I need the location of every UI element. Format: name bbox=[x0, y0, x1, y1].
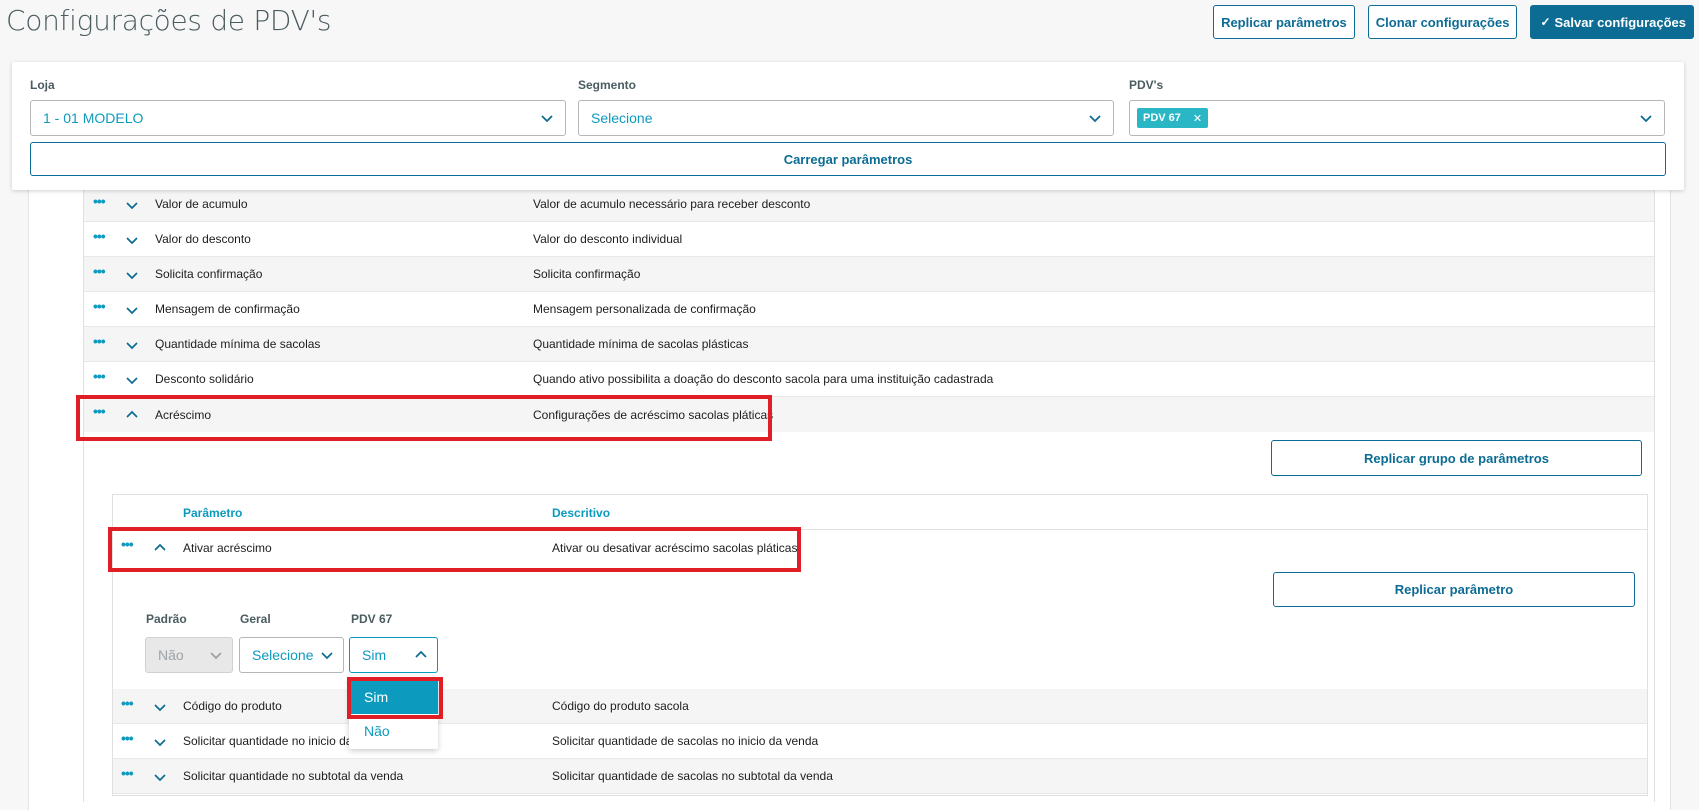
pdv-tag-label: PDV 67 bbox=[1143, 112, 1181, 124]
row-desc: Quando ativo possibilita a doação do des… bbox=[533, 372, 994, 386]
row-name: Desconto solidário bbox=[155, 372, 254, 386]
more-options-icon[interactable]: ••• bbox=[93, 403, 106, 419]
row-desc: Código do produto sacola bbox=[552, 699, 689, 713]
padrao-value: Não bbox=[158, 647, 184, 663]
more-options-icon[interactable]: ••• bbox=[121, 765, 134, 781]
table-row[interactable]: ••• Solicitar quantidade no subtotal da … bbox=[113, 759, 1647, 794]
option-sim[interactable]: Sim bbox=[349, 679, 438, 714]
table-row[interactable]: ••• Solicita confirmação Solicita confir… bbox=[84, 257, 1654, 292]
column-header-description: Descritivo bbox=[552, 506, 611, 520]
table-row-expanded[interactable]: ••• Acréscimo Configurações de acréscimo… bbox=[84, 397, 1654, 432]
chevron-up-icon bbox=[415, 650, 427, 658]
pdv-value: Sim bbox=[362, 647, 387, 663]
row-name: Quantidade mínima de sacolas bbox=[155, 337, 321, 351]
save-label: Salvar configurações bbox=[1554, 14, 1687, 30]
load-parameters-button[interactable]: Carregar parâmetros bbox=[30, 142, 1666, 176]
pdv-select[interactable]: Sim bbox=[349, 637, 438, 673]
more-options-icon[interactable]: ••• bbox=[121, 730, 134, 746]
loja-label: Loja bbox=[30, 78, 55, 92]
chevron-down-icon[interactable] bbox=[125, 198, 139, 212]
table-row[interactable]: ••• Valor do desconto Valor do desconto … bbox=[84, 222, 1654, 257]
row-desc: Valor de acumulo necessário para receber… bbox=[533, 197, 811, 211]
row-name: Mensagem de confirmação bbox=[155, 302, 300, 316]
chevron-down-icon bbox=[321, 652, 333, 660]
column-header-parameter: Parâmetro bbox=[183, 506, 243, 520]
chevron-down-icon[interactable] bbox=[125, 373, 139, 387]
chevron-up-icon[interactable] bbox=[125, 408, 139, 422]
replicate-group-button[interactable]: Replicar grupo de parâmetros bbox=[1271, 440, 1642, 476]
chevron-down-icon bbox=[210, 652, 222, 660]
more-options-icon[interactable]: ••• bbox=[121, 536, 134, 552]
replicate-parameters-button[interactable]: Replicar parâmetros bbox=[1213, 5, 1355, 39]
clone-configurations-button[interactable]: Clonar configurações bbox=[1367, 5, 1518, 39]
replicate-parameter-button[interactable]: Replicar parâmetro bbox=[1273, 572, 1635, 607]
pdv-dropdown-menu: Sim Não bbox=[349, 676, 438, 749]
row-name: Solicita confirmação bbox=[155, 267, 263, 281]
chevron-down-icon[interactable] bbox=[125, 338, 139, 352]
geral-value: Selecione bbox=[252, 647, 314, 663]
row-desc: Ativar ou desativar acréscimo sacolas pl… bbox=[552, 540, 798, 555]
inner-row-expanded[interactable]: ••• Ativar acréscimo Ativar ou desativar… bbox=[113, 530, 1647, 565]
table-row[interactable]: ••• Valor de acumulo Valor de acumulo ne… bbox=[84, 187, 1654, 222]
more-options-icon[interactable]: ••• bbox=[93, 193, 106, 209]
row-desc: Solicitar quantidade de sacolas no inici… bbox=[552, 734, 819, 748]
segmento-value: Selecione bbox=[591, 110, 653, 126]
pdvs-multiselect[interactable]: PDV 67 ✕ bbox=[1129, 100, 1665, 136]
table-row[interactable]: ••• Quantidade mínima de sacolas Quantid… bbox=[84, 327, 1654, 362]
more-options-icon[interactable]: ••• bbox=[93, 333, 106, 349]
row-desc: Solicitar quantidade de sacolas no subto… bbox=[552, 769, 833, 783]
chevron-down-icon bbox=[541, 115, 553, 123]
option-nao[interactable]: Não bbox=[349, 713, 438, 748]
pdv-label: PDV 67 bbox=[351, 612, 393, 626]
more-options-icon[interactable]: ••• bbox=[93, 298, 106, 314]
close-icon[interactable]: ✕ bbox=[1193, 112, 1202, 125]
header-actions: Replicar parâmetros Clonar configurações… bbox=[1213, 5, 1694, 39]
row-desc: Valor do desconto individual bbox=[533, 232, 683, 246]
filter-card: Loja 1 - 01 MODELO Segmento Selecione PD… bbox=[12, 62, 1684, 190]
geral-select[interactable]: Selecione bbox=[239, 637, 344, 673]
geral-label: Geral bbox=[240, 612, 271, 626]
more-options-icon[interactable]: ••• bbox=[93, 368, 106, 384]
chevron-up-icon[interactable] bbox=[153, 541, 167, 555]
row-name: Ativar acréscimo bbox=[183, 540, 272, 555]
row-desc: Solicita confirmação bbox=[533, 267, 641, 281]
chevron-down-icon[interactable] bbox=[125, 233, 139, 247]
row-name: Código do produto bbox=[183, 699, 282, 713]
row-name: Acréscimo bbox=[155, 407, 212, 422]
row-name: Valor de acumulo bbox=[155, 197, 248, 211]
chevron-down-icon bbox=[1089, 115, 1101, 123]
row-name: Valor do desconto bbox=[155, 232, 251, 246]
table-row[interactable]: ••• Solicitar quantidade no inicio da ve… bbox=[113, 724, 1647, 759]
table-row[interactable]: ••• Desconto solidário Quando ativo poss… bbox=[84, 362, 1654, 397]
save-configurations-button[interactable]: ✓ Salvar configurações bbox=[1530, 5, 1694, 39]
loja-select[interactable]: 1 - 01 MODELO bbox=[30, 100, 566, 136]
more-options-icon[interactable]: ••• bbox=[93, 228, 106, 244]
pdvs-label: PDV's bbox=[1129, 78, 1164, 92]
chevron-down-icon[interactable] bbox=[125, 268, 139, 282]
page-title: Configurações de PDV's bbox=[6, 4, 332, 37]
padrao-select: Não bbox=[145, 637, 233, 673]
loja-value: 1 - 01 MODELO bbox=[43, 110, 144, 126]
chevron-down-icon[interactable] bbox=[153, 700, 167, 714]
check-icon: ✓ bbox=[1540, 15, 1551, 29]
chevron-down-icon[interactable] bbox=[125, 303, 139, 317]
pdv-tag: PDV 67 ✕ bbox=[1137, 108, 1209, 128]
table-row[interactable]: ••• Mensagem de confirmação Mensagem per… bbox=[84, 292, 1654, 327]
row-name: Solicitar quantidade no subtotal da vend… bbox=[183, 769, 404, 783]
row-desc: Mensagem personalizada de confirmação bbox=[533, 302, 756, 316]
chevron-down-icon[interactable] bbox=[153, 735, 167, 749]
more-options-icon[interactable]: ••• bbox=[93, 263, 106, 279]
more-options-icon[interactable]: ••• bbox=[121, 695, 134, 711]
segmento-select[interactable]: Selecione bbox=[578, 100, 1114, 136]
table-row[interactable]: ••• Código do produto Código do produto … bbox=[113, 689, 1647, 724]
chevron-down-icon bbox=[1640, 115, 1652, 123]
chevron-down-icon[interactable] bbox=[153, 770, 167, 784]
row-desc: Configurações de acréscimo sacolas pláti… bbox=[533, 407, 774, 422]
padrao-label: Padrão bbox=[146, 612, 187, 626]
segmento-label: Segmento bbox=[578, 78, 637, 92]
row-desc: Quantidade mínima de sacolas plásticas bbox=[533, 337, 749, 351]
inner-table-header: Parâmetro Descritivo bbox=[112, 494, 1648, 530]
